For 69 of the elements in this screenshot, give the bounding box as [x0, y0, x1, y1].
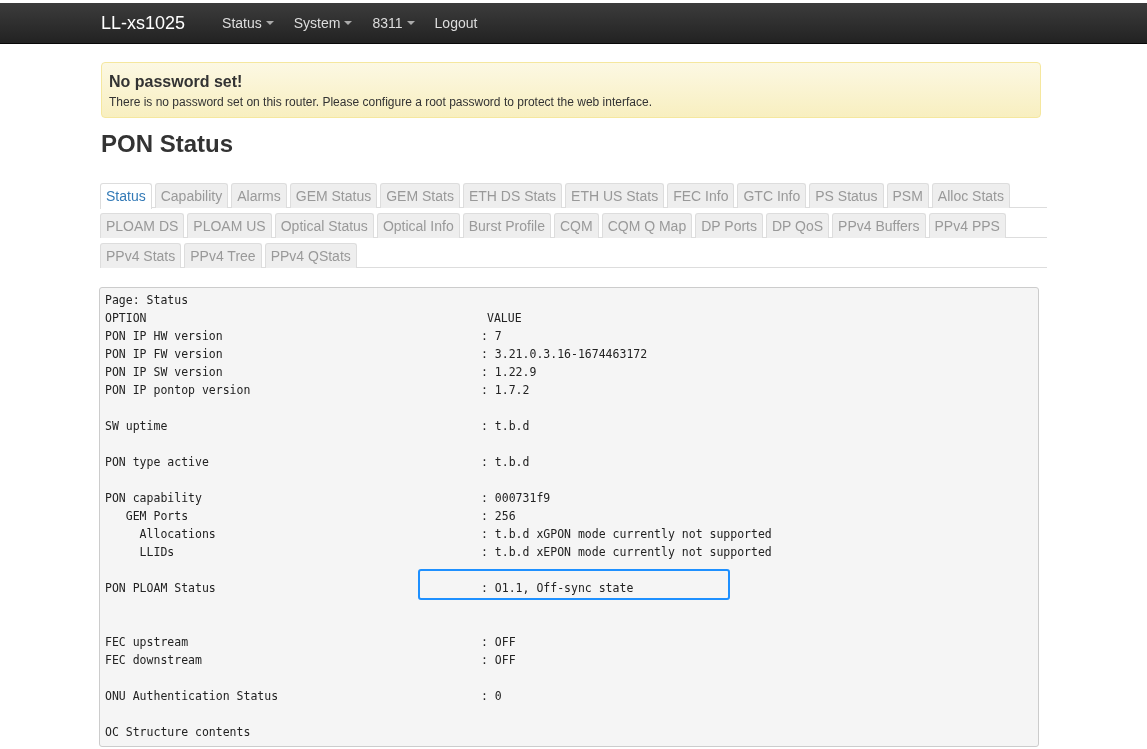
option-value: : OFF — [481, 634, 516, 651]
option-value: VALUE — [487, 310, 522, 327]
option-label: FEC upstream — [105, 634, 190, 651]
option-value: : 7 — [481, 328, 502, 345]
option-label: PON IP pontop version — [105, 382, 252, 399]
nav-link[interactable]: Logout — [424, 3, 488, 43]
tab[interactable]: DP QoS — [765, 213, 830, 238]
nav-dropdown[interactable]: System — [283, 3, 363, 43]
tab[interactable]: GTC Info — [737, 183, 807, 208]
tab[interactable]: PPv4 Buffers — [832, 213, 926, 238]
option-label: FEC downstream — [105, 652, 203, 669]
tab[interactable]: PSM — [886, 183, 929, 208]
tab[interactable]: GEM Stats — [380, 183, 460, 208]
tab[interactable]: Optical Info — [376, 213, 460, 238]
nav-dropdown[interactable]: Status — [212, 3, 284, 43]
tab[interactable]: PLOAM DS — [100, 213, 185, 238]
option-label: SW uptime — [105, 418, 169, 435]
tab[interactable]: Burst Profile — [462, 213, 551, 238]
alert-title: No password set! — [109, 73, 244, 91]
brand-link[interactable]: LL-xs1025 — [86, 3, 201, 43]
option-value: : 3.21.0.3.16-1674463172 — [481, 346, 648, 363]
tab[interactable]: CQM Q Map — [601, 213, 693, 238]
option-label: PON IP SW version — [105, 364, 224, 381]
option-label: Allocations — [138, 526, 217, 543]
option-label: OPTION — [105, 310, 148, 327]
tab[interactable]: Optical Status — [274, 213, 374, 238]
tab[interactable]: Alarms — [231, 183, 287, 208]
tab[interactable]: DP Ports — [695, 213, 763, 238]
alert-message: There is no password set on this router. Please configure a root password to protect the web interface. — [109, 95, 653, 109]
option-label: OC Structure contents — [105, 724, 252, 741]
caret-icon — [265, 21, 274, 25]
caret-icon — [344, 21, 353, 25]
tab[interactable]: PLOAM US — [187, 213, 272, 238]
tab[interactable]: CQM — [553, 213, 599, 238]
nav-dropdown[interactable]: 8311 — [362, 3, 425, 43]
page-heading: PON Status — [101, 130, 235, 158]
tab[interactable]: Alloc Stats — [931, 183, 1010, 208]
option-value: : OFF — [481, 652, 516, 669]
option-value: : t.b.d — [481, 418, 530, 435]
caret-icon — [406, 21, 415, 25]
option-value: : 1.22.9 — [481, 364, 537, 381]
option-label: PON type active — [105, 454, 210, 471]
output-text: Page: Status — [105, 292, 190, 309]
tab[interactable]: PPv4 Tree — [184, 243, 262, 268]
tab[interactable]: Capability — [154, 183, 229, 208]
tab[interactable]: Status — [100, 183, 152, 209]
tab[interactable]: PPv4 QStats — [264, 243, 357, 268]
option-label: PON PLOAM Status — [105, 580, 217, 597]
option-value: : t.b.d xGPON mode currently not supported — [481, 526, 772, 543]
tab[interactable]: PPv4 Stats — [100, 243, 182, 268]
tab[interactable]: PS Status — [809, 183, 884, 208]
option-value: : 0 — [481, 688, 502, 705]
option-value: : t.b.d xEPON mode currently not supported — [481, 544, 772, 561]
option-value: : 256 — [481, 508, 516, 525]
tab[interactable]: ETH DS Stats — [462, 183, 563, 208]
tab[interactable]: ETH US Stats — [565, 183, 665, 208]
option-value: : t.b.d — [481, 454, 530, 471]
option-value: : 1.7.2 — [481, 382, 530, 399]
tab[interactable]: GEM Status — [289, 183, 378, 208]
option-label: PON IP FW version — [105, 346, 224, 363]
tab[interactable]: FEC Info — [667, 183, 735, 208]
option-label: GEM Ports — [124, 508, 190, 525]
tab[interactable]: PPv4 PPS — [928, 213, 1006, 238]
option-label: PON capability — [105, 490, 203, 507]
option-value: : 000731f9 — [481, 490, 551, 507]
option-label: LLIDs — [138, 544, 176, 561]
option-label: ONU Authentication Status — [105, 688, 280, 705]
option-value: : O1.1, Off-sync state — [481, 580, 634, 597]
option-label: PON IP HW version — [105, 328, 224, 345]
